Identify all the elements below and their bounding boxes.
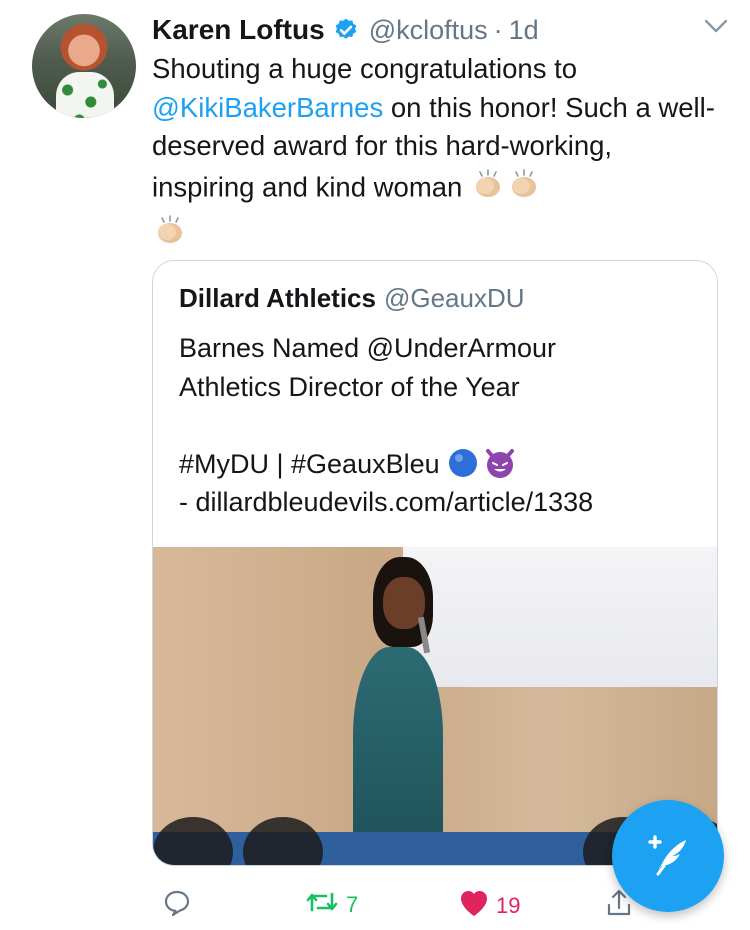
photo-audience-head: [153, 817, 233, 865]
photo-screen: [403, 547, 717, 687]
retweet-count: 7: [346, 892, 359, 917]
quoted-author-handle: @GeauxDU: [383, 283, 525, 313]
like-button[interactable]: 19: [452, 888, 520, 924]
mention-link[interactable]: @KikiBakerBarnes: [152, 92, 383, 123]
like-count: 19: [496, 893, 521, 918]
quoted-header: Dillard Athletics @GeauxDU: [179, 283, 525, 314]
retweet-button[interactable]: 7: [298, 888, 358, 922]
photo-audience-head: [243, 817, 323, 865]
author-avatar[interactable]: [32, 14, 136, 118]
tweet-text-start: Shouting a huge congratulations to: [152, 53, 578, 84]
author-name[interactable]: Karen Loftus: [152, 14, 325, 46]
author-handle[interactable]: @kcloftus: [369, 15, 488, 46]
meta-separator: ·: [493, 14, 503, 45]
retweet-icon: [304, 888, 340, 922]
avatar-image: [56, 72, 114, 118]
reply-button[interactable]: [156, 888, 192, 924]
compose-tweet-icon: [638, 824, 698, 889]
clapping-hands-icon: [470, 166, 506, 213]
tweet-text: Shouting a huge congratulations to @Kiki…: [152, 50, 722, 259]
quoted-link[interactable]: - dillardbleudevils.com/article/1338: [179, 487, 593, 517]
quoted-body: Barnes Named @UnderArmour Athletics Dire…: [179, 329, 699, 522]
blue-circle-icon: [447, 448, 479, 479]
reply-icon: [162, 888, 192, 924]
tweet-header: Karen Loftus @kcloftus · 1d: [152, 10, 730, 50]
quoted-author-name: Dillard Athletics: [179, 283, 376, 313]
chevron-down-icon[interactable]: [702, 16, 730, 41]
compose-tweet-button[interactable]: [612, 800, 724, 912]
clapping-hands-icon: [506, 166, 542, 213]
smiling-devil-icon: [479, 448, 517, 479]
verified-badge-icon: [333, 17, 359, 43]
clapping-hands-icon: [152, 212, 188, 259]
tweet-timestamp[interactable]: 1d: [509, 15, 539, 46]
heart-icon: [458, 888, 490, 924]
quoted-tweet-card[interactable]: Dillard Athletics @GeauxDU Barnes Named @…: [152, 260, 718, 866]
